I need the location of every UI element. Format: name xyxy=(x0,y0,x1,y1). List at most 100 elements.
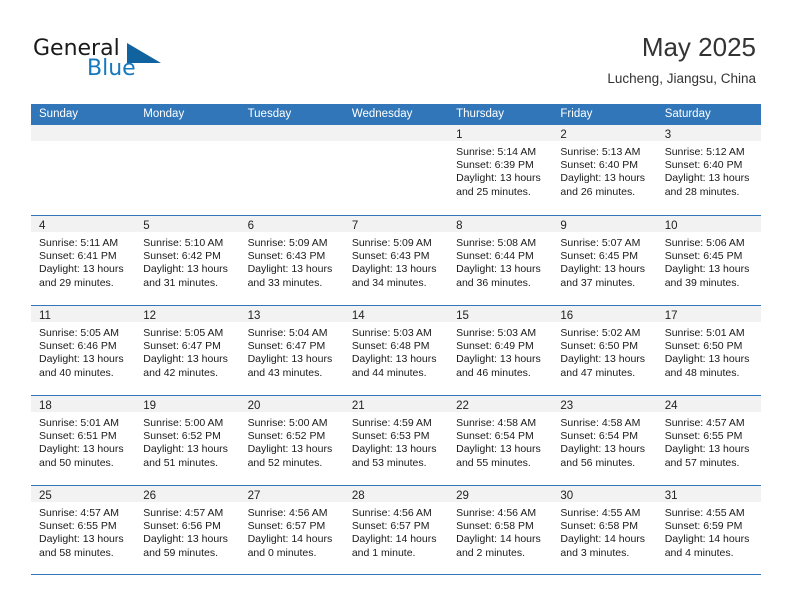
day-detail-line: and 53 minutes. xyxy=(351,456,427,469)
page-header: General Blue May 2025 Lucheng, Jiangsu, … xyxy=(0,0,792,104)
day-number-bar: 7 xyxy=(343,216,449,232)
day-number: 25 xyxy=(39,490,52,502)
day-detail-line: Daylight: 13 hours xyxy=(247,263,333,276)
calendar-day-cell[interactable]: 18 Sunrise: 5:01 AM Sunset: 6:51 PM Dayligh… xyxy=(31,396,136,485)
calendar-day-cell[interactable]: 14 Sunrise: 5:03 AM Sunset: 6:48 PM Dayligh… xyxy=(343,306,449,395)
day-detail-body: Sunrise: 5:12 AM Sunset: 6:40 PM Daylight:… xyxy=(657,141,761,199)
day-detail-line: Sunset: 6:58 PM xyxy=(560,520,639,533)
calendar-day-cell[interactable]: 16 Sunrise: 5:02 AM Sunset: 6:50 PM Dayligh… xyxy=(552,306,657,395)
weekday-header-wednesday: Wednesday xyxy=(351,108,413,120)
calendar-day-cell[interactable]: 4 Sunrise: 5:11 AM Sunset: 6:41 PM Daylight… xyxy=(31,216,136,305)
day-number-bar: 8 xyxy=(448,216,553,232)
day-detail-line: Sunset: 6:52 PM xyxy=(247,430,326,443)
calendar-day-cell[interactable]: 5 Sunrise: 5:10 AM Sunset: 6:42 PM Daylight… xyxy=(135,216,240,305)
calendar-day-cell[interactable]: 30 Sunrise: 4:55 AM Sunset: 6:58 PM Dayligh… xyxy=(552,486,657,574)
calendar-day-cell[interactable]: 15 Sunrise: 5:03 AM Sunset: 6:49 PM Dayligh… xyxy=(448,306,553,395)
calendar-week-row: 18 Sunrise: 5:01 AM Sunset: 6:51 PM Dayligh… xyxy=(31,395,761,485)
day-detail-line: Daylight: 13 hours xyxy=(456,353,541,366)
calendar-day-cell[interactable]: 12 Sunrise: 5:05 AM Sunset: 6:47 PM Dayligh… xyxy=(135,306,240,395)
calendar-day-cell[interactable]: 31 Sunrise: 4:55 AM Sunset: 6:59 PM Dayligh… xyxy=(656,486,761,574)
day-number-bar: 6 xyxy=(239,216,344,232)
day-detail-line: Daylight: 13 hours xyxy=(351,353,437,366)
day-detail-body: Sunrise: 5:09 AM Sunset: 6:43 PM Daylight:… xyxy=(344,232,448,290)
day-detail-line: Daylight: 13 hours xyxy=(664,353,750,366)
day-number: 19 xyxy=(143,400,157,412)
calendar-day-cell[interactable]: 1 Sunrise: 5:14 AM Sunset: 6:39 PM Daylight… xyxy=(448,125,553,215)
day-detail-body xyxy=(240,141,344,146)
day-detail-line: Sunrise: 4:57 AM xyxy=(664,417,745,429)
day-detail-line: and 39 minutes. xyxy=(664,276,740,289)
day-number-bar: 1 xyxy=(448,125,553,141)
day-detail-line: and 37 minutes. xyxy=(560,276,636,289)
day-detail-line: Sunset: 6:58 PM xyxy=(456,520,534,533)
day-number: 26 xyxy=(143,490,157,502)
day-detail-line: Sunset: 6:45 PM xyxy=(664,250,743,263)
day-detail-line: Sunset: 6:45 PM xyxy=(560,250,639,263)
day-detail-body: Sunrise: 5:02 AM Sunset: 6:50 PM Daylight:… xyxy=(552,322,656,380)
calendar-day-cell[interactable]: 10 Sunrise: 5:06 AM Sunset: 6:45 PM Dayligh… xyxy=(656,216,761,305)
day-detail-line: Sunrise: 5:01 AM xyxy=(664,327,745,339)
day-number: 11 xyxy=(39,310,51,322)
calendar-week-row: 25 Sunrise: 4:57 AM Sunset: 6:55 PM Dayligh… xyxy=(31,485,761,575)
calendar-day-cell[interactable]: 11 Sunrise: 5:05 AM Sunset: 6:46 PM Dayligh… xyxy=(31,306,136,395)
day-detail-line: Daylight: 13 hours xyxy=(560,353,646,366)
day-number-bar: 16 xyxy=(552,306,657,322)
calendar-day-cell[interactable]: 20 Sunrise: 5:00 AM Sunset: 6:52 PM Dayligh… xyxy=(239,396,344,485)
day-detail-line: Daylight: 13 hours xyxy=(456,172,541,185)
calendar-day-cell[interactable]: 7 Sunrise: 5:09 AM Sunset: 6:43 PM Daylight… xyxy=(343,216,449,305)
day-detail-line: Daylight: 13 hours xyxy=(560,263,646,276)
calendar-day-cell[interactable]: 6 Sunrise: 5:09 AM Sunset: 6:43 PM Daylight… xyxy=(239,216,344,305)
calendar-day-cell[interactable]: 2 Sunrise: 5:13 AM Sunset: 6:40 PM Daylight… xyxy=(552,125,657,215)
calendar-day-cell[interactable]: 29 Sunrise: 4:56 AM Sunset: 6:58 PM Dayligh… xyxy=(448,486,553,574)
day-detail-line: Sunrise: 5:05 AM xyxy=(39,327,119,339)
day-detail-body xyxy=(135,141,239,146)
calendar-day-cell[interactable]: 28 Sunrise: 4:56 AM Sunset: 6:57 PM Dayligh… xyxy=(343,486,449,574)
day-detail-line: and 1 minute. xyxy=(351,546,416,559)
calendar-week-row: 11 Sunrise: 5:05 AM Sunset: 6:46 PM Dayligh… xyxy=(31,305,761,395)
calendar-day-cell[interactable]: 3 Sunrise: 5:12 AM Sunset: 6:40 PM Daylight… xyxy=(656,125,761,215)
calendar-day-cell[interactable]: 27 Sunrise: 4:56 AM Sunset: 6:57 PM Dayligh… xyxy=(239,486,344,574)
day-number: 31 xyxy=(664,490,678,502)
calendar-day-cell[interactable]: 22 Sunrise: 4:58 AM Sunset: 6:54 PM Dayligh… xyxy=(448,396,553,485)
day-detail-body: Sunrise: 5:14 AM Sunset: 6:39 PM Daylight:… xyxy=(448,141,552,199)
day-number-bar: 2 xyxy=(552,125,657,141)
day-number-bar: 23 xyxy=(552,396,657,412)
day-detail-line: Sunset: 6:47 PM xyxy=(143,340,221,353)
day-detail-line: Sunrise: 4:55 AM xyxy=(560,507,641,519)
day-detail-line: Sunset: 6:51 PM xyxy=(39,430,117,443)
day-detail-line: Daylight: 13 hours xyxy=(143,263,228,276)
weekday-header-monday: Monday xyxy=(143,108,185,120)
calendar-day-cell[interactable]: 26 Sunrise: 4:57 AM Sunset: 6:56 PM Dayligh… xyxy=(135,486,240,574)
calendar-day-cell[interactable]: 21 Sunrise: 4:59 AM Sunset: 6:53 PM Dayligh… xyxy=(343,396,449,485)
calendar-grid: Sunday Monday Tuesday Wednesday Thursday Frid… xyxy=(31,104,761,575)
calendar-day-cell[interactable]: 19 Sunrise: 5:00 AM Sunset: 6:52 PM Dayligh… xyxy=(135,396,240,485)
calendar-day-cell[interactable]: 13 Sunrise: 5:04 AM Sunset: 6:47 PM Dayligh… xyxy=(239,306,344,395)
day-detail-line: Daylight: 13 hours xyxy=(664,263,750,276)
day-number-bar: 30 xyxy=(552,486,657,502)
day-number: 5 xyxy=(143,220,150,232)
day-detail-line: Daylight: 14 hours xyxy=(247,533,333,546)
day-number: 13 xyxy=(247,310,261,322)
day-detail-body: Sunrise: 5:05 AM Sunset: 6:47 PM Daylight:… xyxy=(135,322,239,380)
day-number-bar: 19 xyxy=(135,396,240,412)
day-number: 24 xyxy=(664,400,678,412)
day-number-bar xyxy=(239,125,344,141)
day-detail-body: Sunrise: 4:57 AM Sunset: 6:56 PM Daylight:… xyxy=(135,502,239,560)
calendar-day-cell[interactable]: 24 Sunrise: 4:57 AM Sunset: 6:55 PM Dayligh… xyxy=(656,396,761,485)
generalblue-logo[interactable]: General Blue xyxy=(33,36,213,84)
day-detail-line: Sunrise: 4:58 AM xyxy=(456,417,537,429)
calendar-day-cell[interactable]: 8 Sunrise: 5:08 AM Sunset: 6:44 PM Daylight… xyxy=(448,216,553,305)
calendar-day-cell[interactable]: 23 Sunrise: 4:58 AM Sunset: 6:54 PM Dayligh… xyxy=(552,396,657,485)
day-detail-line: Sunset: 6:43 PM xyxy=(351,250,430,263)
calendar-day-cell[interactable]: 9 Sunrise: 5:07 AM Sunset: 6:45 PM Daylight… xyxy=(552,216,657,305)
day-number: 6 xyxy=(247,220,254,232)
day-detail-line: Sunrise: 5:00 AM xyxy=(143,417,224,429)
day-detail-line: Sunrise: 5:03 AM xyxy=(456,327,537,339)
day-detail-body: Sunrise: 5:07 AM Sunset: 6:45 PM Daylight:… xyxy=(552,232,656,290)
day-detail-line: Daylight: 13 hours xyxy=(143,443,228,456)
calendar-day-cell[interactable]: 25 Sunrise: 4:57 AM Sunset: 6:55 PM Dayligh… xyxy=(31,486,136,574)
calendar-day-cell[interactable]: 17 Sunrise: 5:01 AM Sunset: 6:50 PM Dayligh… xyxy=(656,306,761,395)
day-detail-body: Sunrise: 5:05 AM Sunset: 6:46 PM Daylight:… xyxy=(31,322,135,380)
day-detail-line: Sunset: 6:49 PM xyxy=(456,340,534,353)
day-detail-line: and 40 minutes. xyxy=(39,366,114,379)
